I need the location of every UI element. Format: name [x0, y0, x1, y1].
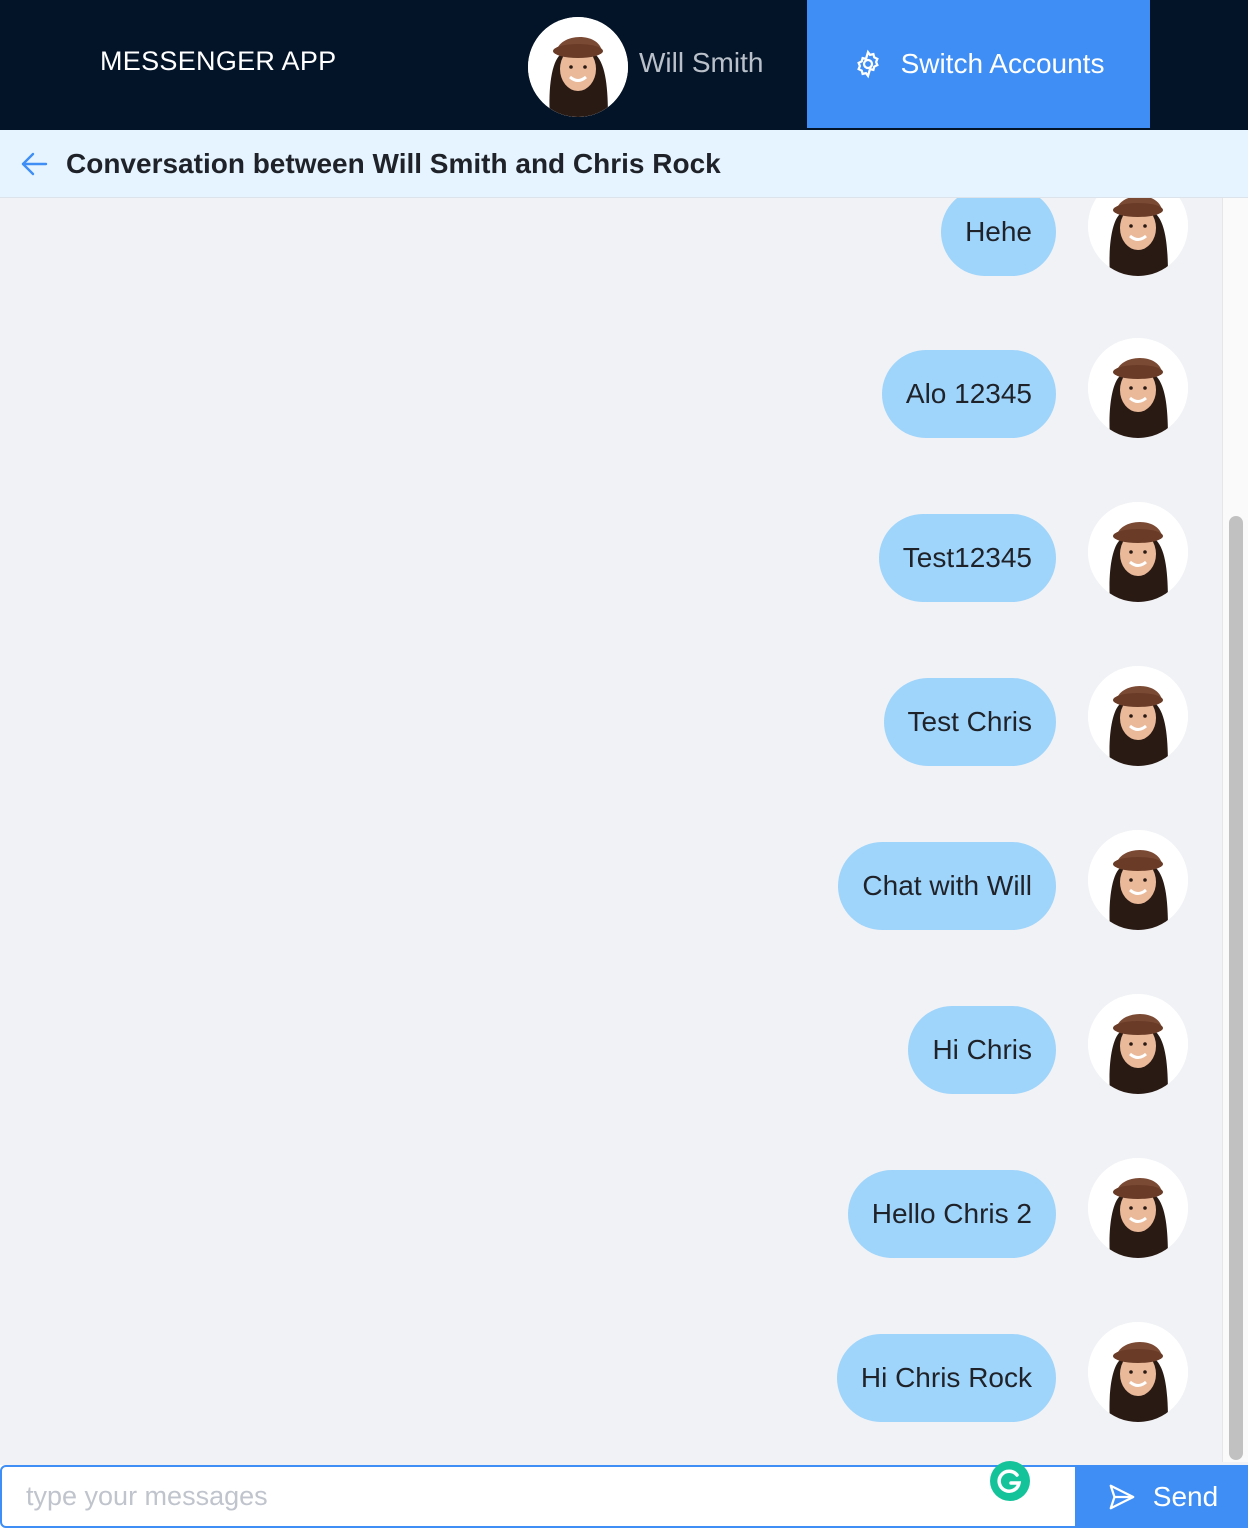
switch-accounts-label: Switch Accounts [900, 48, 1105, 79]
top-navbar: MESSENGER APP Will Smith Switch Accounts [0, 0, 1248, 130]
send-label: Send [1152, 1480, 1219, 1512]
arrow-left-icon[interactable] [18, 148, 50, 180]
message-composer: Send [0, 1461, 1248, 1528]
avatar-photo-icon [1088, 830, 1188, 930]
avatar-photo-icon [1088, 1158, 1188, 1258]
message-bubble: Test Chris [883, 678, 1056, 766]
message-row: Test12345 [0, 502, 1222, 614]
avatar [1088, 666, 1188, 766]
app-title: MESSENGER APP [100, 46, 337, 76]
message-bubble: Hehe [941, 198, 1056, 276]
message-bubble: Alo 12345 [881, 350, 1056, 438]
send-button[interactable]: Send [1077, 1465, 1248, 1528]
switch-accounts-button[interactable]: Switch Accounts [807, 0, 1150, 128]
message-row: Hehe [0, 198, 1222, 288]
message-row: Hello Chris 2 [0, 1158, 1222, 1270]
avatar [1088, 1322, 1188, 1422]
message-bubble: Hi Chris Rock [836, 1334, 1056, 1422]
conversation-header: Conversation between Will Smith and Chri… [0, 130, 1248, 198]
message-row: Chat with Will [0, 830, 1222, 942]
message-bubble: Hello Chris 2 [847, 1170, 1056, 1258]
message-bubble: Chat with Will [838, 842, 1056, 930]
message-row: Hi Chris [0, 994, 1222, 1106]
message-row: Hi Chris Rock [0, 1322, 1222, 1434]
avatar [1088, 830, 1188, 930]
message-row: Test Chris [0, 666, 1222, 778]
avatar-photo-icon [1088, 198, 1188, 276]
message-bubble: Test12345 [878, 514, 1056, 602]
message-input[interactable] [0, 1465, 1077, 1528]
scrollbar-thumb[interactable] [1229, 516, 1243, 1460]
send-icon [1109, 1484, 1135, 1509]
message-row: Alo 12345 [0, 338, 1222, 450]
avatar [1088, 502, 1188, 602]
avatar [1088, 994, 1188, 1094]
avatar-photo-icon [1088, 502, 1188, 602]
avatar [1088, 338, 1188, 438]
grammarly-g-icon [997, 1469, 1022, 1493]
grammarly-icon[interactable] [990, 1461, 1030, 1501]
avatar-photo-icon [1088, 666, 1188, 766]
avatar-photo-icon [1088, 994, 1188, 1094]
avatar [1088, 198, 1188, 276]
message-bubble: Hi Chris [908, 1006, 1056, 1094]
avatar[interactable] [528, 17, 628, 117]
gear-icon [856, 49, 879, 79]
avatar [1088, 1158, 1188, 1258]
message-scrollbar[interactable] [1222, 198, 1248, 1462]
avatar-photo-icon [1088, 1322, 1188, 1422]
current-user-name: Will Smith [639, 47, 764, 78]
avatar-photo-icon [528, 17, 628, 117]
conversation-title: Conversation between Will Smith and Chri… [66, 148, 721, 179]
avatar-photo-icon [1088, 338, 1188, 438]
message-list[interactable]: Hehe Alo 12345 Test12345 Test Chris Chat… [0, 198, 1222, 1462]
